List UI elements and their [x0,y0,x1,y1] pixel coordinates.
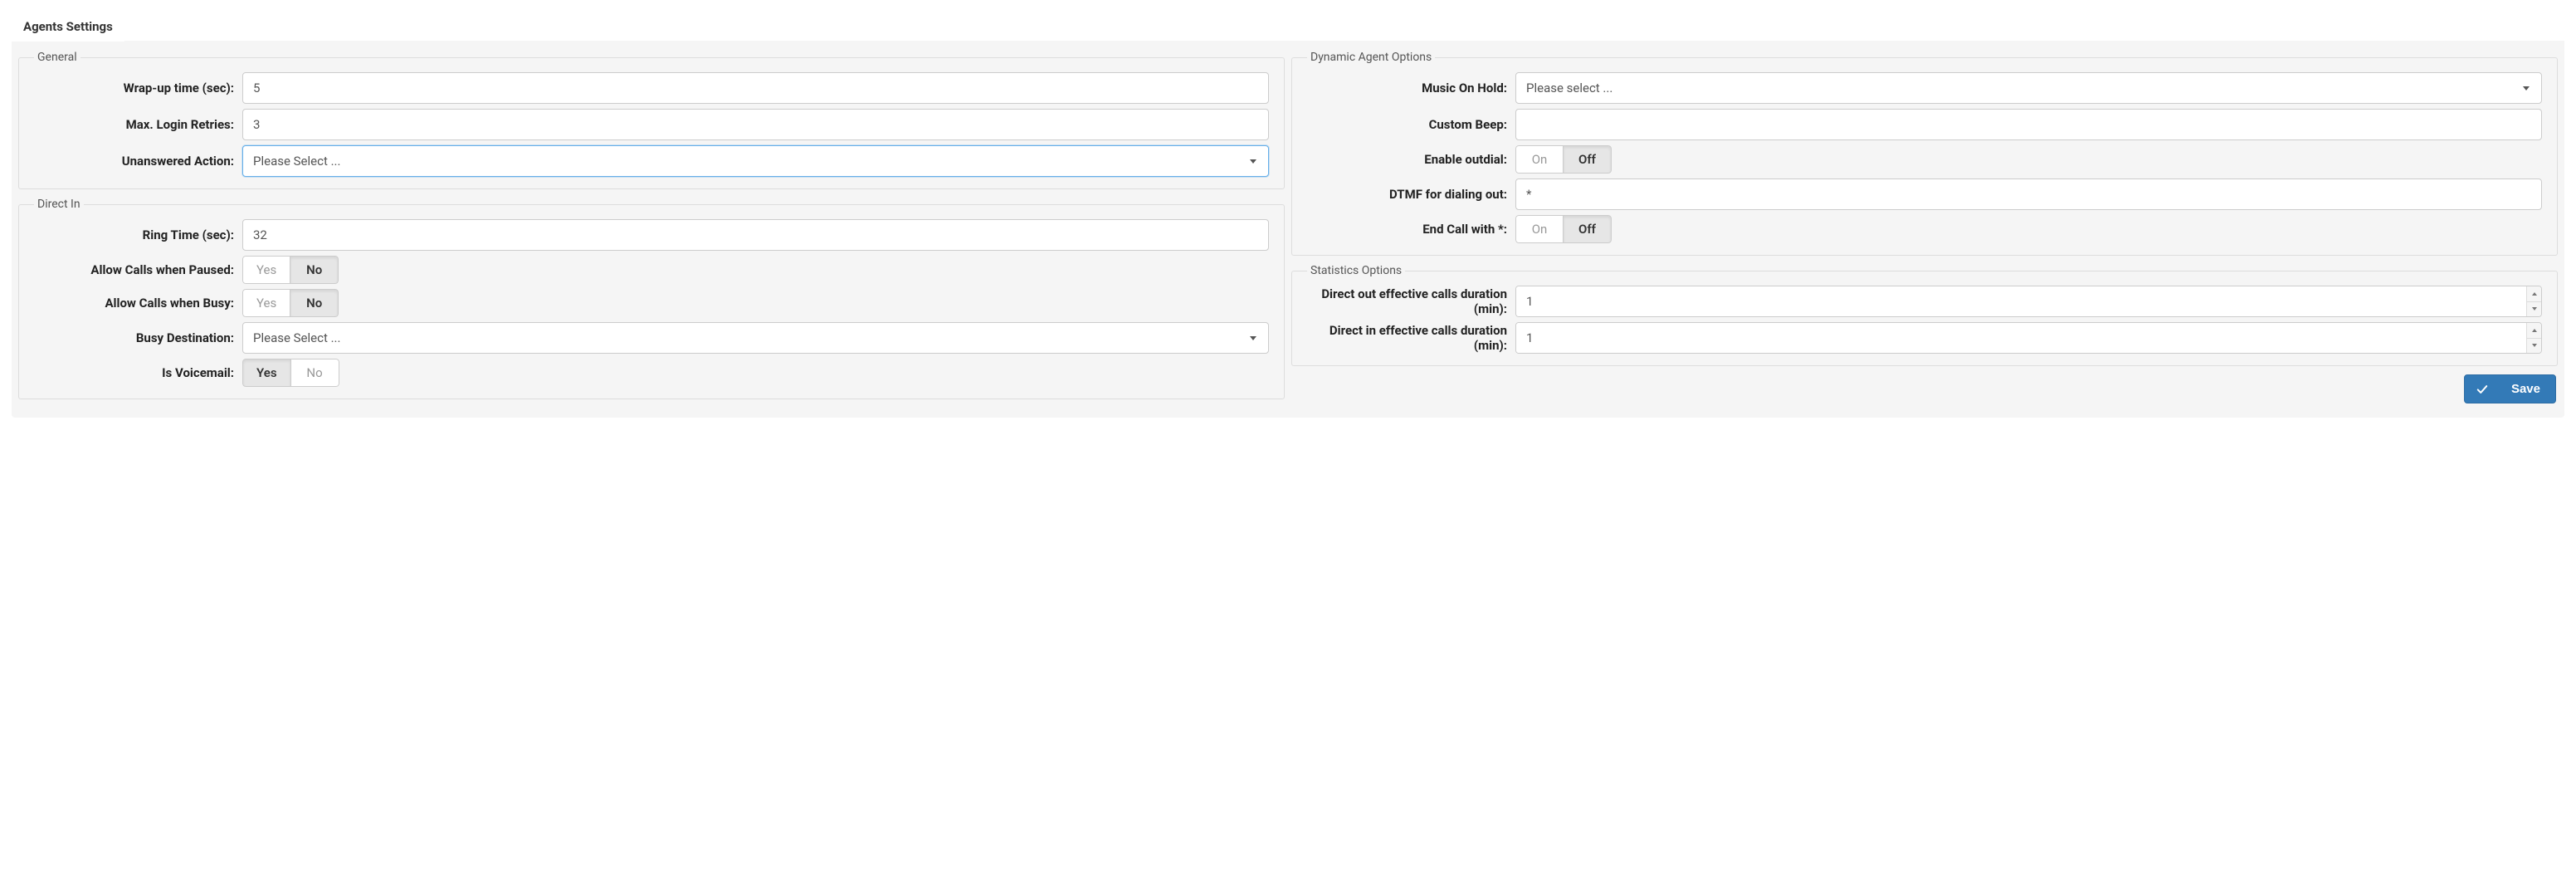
allow-busy-label: Allow Calls when Busy: [34,296,237,311]
legend-general: General [34,51,80,64]
spinner-down-icon[interactable] [2527,338,2541,354]
tab-agents-settings[interactable]: Agents Settings [12,12,124,42]
fieldset-direct-in: Direct In Ring Time (sec): Allow Calls w… [18,198,1285,399]
moh-value: Please select ... [1526,81,1612,95]
fieldset-statistics: Statistics Options Direct out effective … [1291,264,2558,366]
wrapup-time-label: Wrap-up time (sec): [34,81,237,95]
is-voicemail-toggle[interactable]: Yes No [242,359,339,387]
allow-busy-toggle[interactable]: Yes No [242,289,339,317]
ring-time-input[interactable] [242,219,1269,251]
enable-outdial-off[interactable]: Off [1564,145,1612,174]
dtmf-label: DTMF for dialing out: [1307,187,1510,202]
unanswered-action-value: Please Select ... [253,154,340,169]
max-login-retries-label: Max. Login Retries: [34,117,237,132]
allow-paused-no[interactable]: No [290,256,339,284]
fieldset-general: General Wrap-up time (sec): Max. Login R… [18,51,1285,189]
tab-content: General Wrap-up time (sec): Max. Login R… [12,41,2564,418]
enable-outdial-on[interactable]: On [1515,145,1564,174]
save-button-label: Save [2511,382,2540,396]
end-call-on[interactable]: On [1515,215,1564,243]
spinner-up-icon[interactable] [2527,286,2541,301]
is-voicemail-no[interactable]: No [291,359,339,387]
max-login-retries-input[interactable] [242,109,1269,140]
chevron-down-icon [1250,336,1256,340]
moh-select[interactable]: Please select ... [1515,72,2542,104]
chevron-down-icon [2523,86,2530,90]
direct-out-duration-input[interactable] [1515,286,2542,317]
enable-outdial-toggle[interactable]: On Off [1515,145,1612,174]
busy-destination-select[interactable]: Please Select ... [242,322,1269,354]
is-voicemail-yes[interactable]: Yes [242,359,291,387]
spinner-down-icon[interactable] [2527,301,2541,317]
dtmf-input[interactable] [1515,178,2542,210]
save-button[interactable]: Save [2464,374,2556,403]
legend-statistics: Statistics Options [1307,264,1405,277]
direct-in-duration-label: Direct in effective calls duration (min)… [1307,323,1510,353]
is-voicemail-label: Is Voicemail: [34,365,237,380]
ring-time-label: Ring Time (sec): [34,227,237,242]
direct-out-duration-field[interactable] [1516,286,2526,316]
busy-destination-value: Please Select ... [253,330,340,345]
legend-dynamic-agent: Dynamic Agent Options [1307,51,1435,64]
direct-in-duration-field[interactable] [1516,323,2526,353]
end-call-off[interactable]: Off [1564,215,1612,243]
check-icon [2476,384,2488,395]
allow-busy-yes[interactable]: Yes [242,289,290,317]
moh-label: Music On Hold: [1307,81,1510,95]
enable-outdial-label: Enable outdial: [1307,152,1510,167]
legend-direct-in: Direct In [34,198,84,211]
direct-in-duration-input[interactable] [1515,322,2542,354]
wrapup-time-input[interactable] [242,72,1269,104]
allow-paused-toggle[interactable]: Yes No [242,256,339,284]
allow-busy-no[interactable]: No [290,289,339,317]
end-call-label: End Call with *: [1307,222,1510,237]
custom-beep-label: Custom Beep: [1307,117,1510,132]
fieldset-dynamic-agent: Dynamic Agent Options Music On Hold: Ple… [1291,51,2558,256]
end-call-toggle[interactable]: On Off [1515,215,1612,243]
unanswered-action-label: Unanswered Action: [34,154,237,169]
allow-paused-label: Allow Calls when Paused: [34,262,237,277]
allow-paused-yes[interactable]: Yes [242,256,290,284]
direct-out-duration-label: Direct out effective calls duration (min… [1307,286,1510,316]
unanswered-action-select[interactable]: Please Select ... [242,145,1269,177]
custom-beep-input[interactable] [1515,109,2542,140]
busy-destination-label: Busy Destination: [34,330,237,345]
chevron-down-icon [1250,159,1256,164]
spinner-up-icon[interactable] [2527,323,2541,338]
